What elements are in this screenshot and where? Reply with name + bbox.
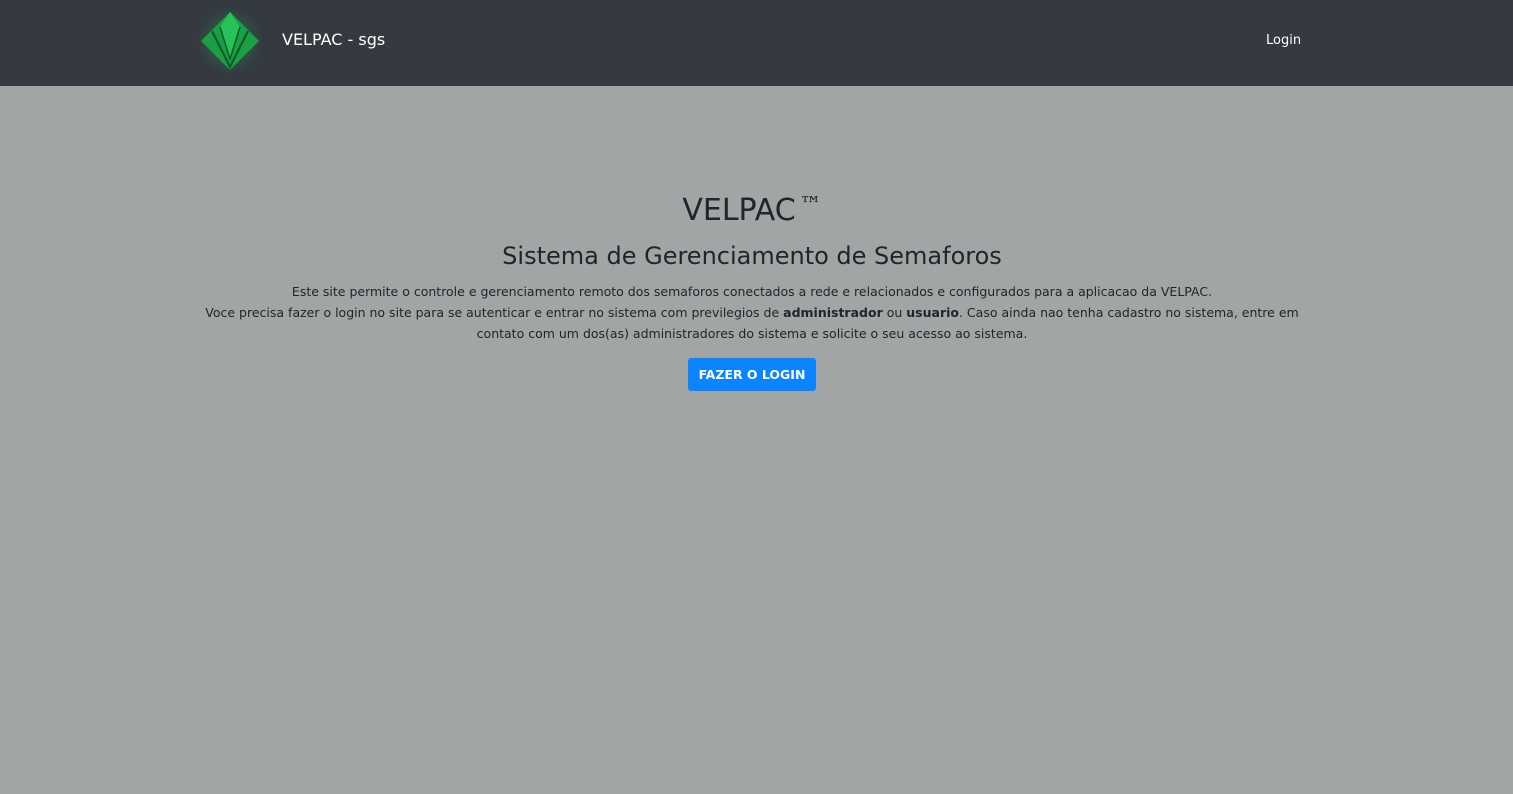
top-navbar: VELPAC - sgs Login	[0, 0, 1513, 86]
description-line-1: Este site permite o controle e gerenciam…	[291, 284, 1213, 299]
hero-section: VELPAC ™ Sistema de Gerenciamento de Sema…	[180, 184, 1324, 391]
description-or: ou	[882, 305, 907, 320]
page-subtitle: Sistema de Gerenciamento de Semaforos	[502, 242, 1002, 270]
velpac-logo-icon[interactable]	[196, 7, 264, 75]
role-admin: administrador	[783, 305, 883, 320]
nav-login-link[interactable]: Login	[1266, 33, 1301, 48]
page-title-text: VELPAC	[682, 193, 796, 228]
brand-name[interactable]: VELPAC - sgs	[282, 30, 385, 49]
role-user: usuario	[906, 305, 959, 320]
login-button[interactable]: FAZER O LOGIN	[687, 358, 817, 391]
page-title: VELPAC ™	[180, 184, 1324, 233]
trademark-symbol: ™	[799, 193, 822, 218]
description-text: Este site permite o controle e gerenciam…	[180, 281, 1324, 344]
description-part-1: Voce precisa fazer o login no site para …	[205, 305, 784, 320]
